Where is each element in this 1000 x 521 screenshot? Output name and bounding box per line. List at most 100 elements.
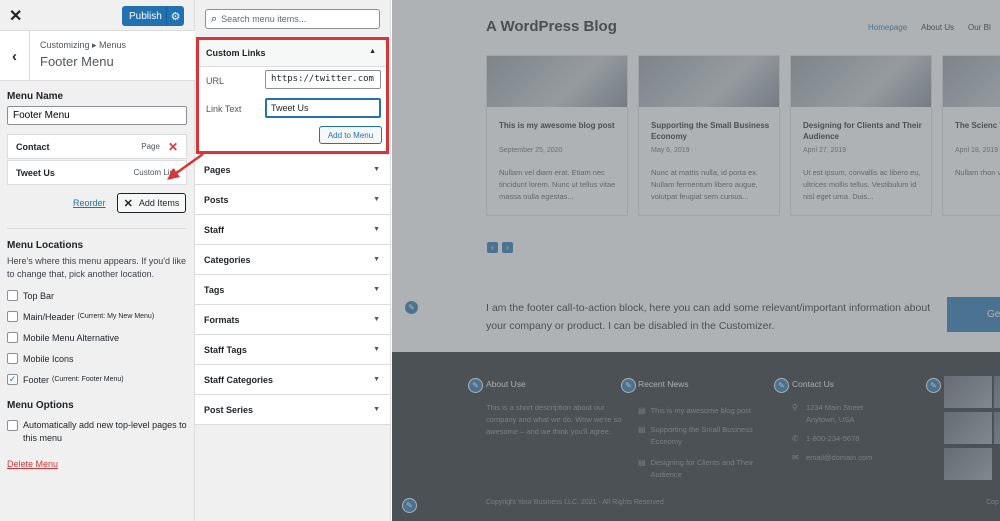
section-label: Posts [204,194,229,205]
pencil-icon[interactable]: ✎ [404,300,419,315]
section-staff-categories[interactable]: Staff Categories ▼ [195,365,390,395]
news-title[interactable]: Designing for Clients and Their Audience [651,457,778,481]
pencil-icon[interactable]: ✎ [621,378,636,393]
section-header: ‹ Customizing ▸ Menus Footer Menu [0,31,195,81]
news-title[interactable]: Supporting the Small Business Economy [651,424,778,448]
caret-down-icon: ▼ [373,376,380,383]
post-title[interactable]: The Scienc Work (Vide [955,120,1000,131]
pencil-icon[interactable]: ✎ [402,498,417,513]
post-card[interactable]: The Scienc Work (Vide April 18, 2019 Nul… [942,55,1000,216]
chevron-left-icon[interactable]: ‹ [12,48,17,65]
section-post-series[interactable]: Post Series ▼ [195,395,390,425]
menu-item-title: Tweet Us [16,167,55,178]
document-icon: ▤ [638,425,646,434]
post-card[interactable]: Supporting the Small Business Economy Ma… [638,55,780,216]
caret-down-icon: ▼ [373,196,380,203]
add-items-button[interactable]: ✕ Add Items [117,193,186,213]
location-note: (Current: My New Menu) [77,313,155,320]
location-footer[interactable]: ✓ Footer (Current: Footer Menu) [7,374,124,385]
gear-icon[interactable]: ⚙ [166,6,184,26]
prev-arrow-icon[interactable]: ‹ [487,242,498,253]
site-title[interactable]: A WordPress Blog [486,18,617,35]
post-title[interactable]: Designing for Clients and Their Audience [803,120,923,142]
location-main-header[interactable]: Main/Header (Current: My New Menu) [7,311,154,322]
contact-email[interactable]: ✉ email@domain.com [792,452,872,464]
search-box[interactable]: ⌕ Search menu items... [205,9,380,29]
section-staff-tags[interactable]: Staff Tags ▼ [195,335,390,365]
section-staff[interactable]: Staff ▼ [195,215,390,245]
section-label: Staff Tags [204,344,247,355]
post-title[interactable]: Supporting the Small Business Economy [651,120,771,142]
section-label: Staff [204,224,224,235]
nav-item[interactable]: Homepage [868,23,907,32]
section-formats[interactable]: Formats ▼ [195,305,390,335]
menu-item[interactable]: Contact Page ✕ [7,134,187,159]
location-top-bar[interactable]: Top Bar [7,290,54,301]
checkbox[interactable] [7,420,18,431]
checkbox[interactable] [7,311,18,322]
close-icon: ✕ [123,197,133,210]
gallery-thumbnail[interactable] [944,448,992,480]
auto-add-option[interactable]: Automatically add new top-level pages to… [7,419,192,445]
search-placeholder[interactable]: Search menu items... [221,14,306,24]
section-tags[interactable]: Tags ▼ [195,275,390,305]
pencil-icon[interactable]: ✎ [926,378,941,393]
post-date: September 25, 2020 [499,147,563,154]
phone-icon: ✆ [792,434,799,443]
checkbox-checked[interactable]: ✓ [7,374,18,385]
news-item[interactable]: ▤ Designing for Clients and Their Audienc… [638,457,778,481]
post-thumbnail [943,56,1000,107]
url-input[interactable]: https://twitter.com [265,70,381,89]
custom-links-section: Custom Links ▲ URL https://twitter.com L… [196,37,389,154]
delete-menu-link[interactable]: Delete Menu [7,459,58,469]
caret-down-icon: ▼ [373,316,380,323]
site-preview: A WordPress Blog Homepage About Us Our B… [392,0,1000,521]
reorder-link[interactable]: Reorder [73,198,106,208]
pencil-icon[interactable]: ✎ [774,378,789,393]
news-title[interactable]: This is my awesome blog post [651,405,751,417]
gallery-thumbnail[interactable] [994,376,1000,408]
nav-item[interactable]: Our Bl [968,23,991,32]
publish-label[interactable]: Publish [122,11,166,22]
post-card[interactable]: Designing for Clients and Their Audience… [790,55,932,216]
section-posts[interactable]: Posts ▼ [195,185,390,215]
checkbox[interactable] [7,290,18,301]
gallery-thumbnail[interactable] [944,376,992,408]
caret-down-icon: ▼ [373,286,380,293]
add-to-menu-button[interactable]: Add to Menu [319,126,382,144]
location-pin-icon: ⚲ [792,403,798,412]
pencil-icon[interactable]: ✎ [468,378,483,393]
location-mobile-menu-alt[interactable]: Mobile Menu Alternative [7,332,119,343]
caret-up-icon[interactable]: ▲ [369,48,376,55]
gallery-thumbnail[interactable] [944,412,992,444]
checkmark-icon: ✓ [8,374,17,384]
location-label: Footer [23,374,50,385]
link-text-input[interactable]: Tweet Us [265,98,381,118]
section-label: Formats [204,314,240,325]
next-arrow-icon[interactable]: › [502,242,513,253]
checkbox[interactable] [7,332,18,343]
remove-icon[interactable]: ✕ [168,140,178,154]
menu-name-input[interactable] [7,106,187,125]
locations-description: Here's where this menu appears. If you'd… [7,256,187,279]
cta-button[interactable]: Ge [947,297,1000,332]
post-title[interactable]: This is my awesome blog post [499,120,619,131]
nav-item[interactable]: About Us [921,23,954,32]
news-item[interactable]: ▤ Supporting the Small Business Economy [638,424,778,448]
link-text-label: Link Text [206,104,242,114]
publish-button[interactable]: Publish ⚙ [122,6,184,26]
location-mobile-icons[interactable]: Mobile Icons [7,353,74,364]
news-item[interactable]: ▤ This is my awesome blog post [638,405,778,417]
email-address[interactable]: email@domain.com [806,452,872,464]
checkbox[interactable] [7,353,18,364]
back-button[interactable]: ‹ [0,31,30,81]
section-categories[interactable]: Categories ▼ [195,245,390,275]
breadcrumb: Customizing ▸ Menus [40,40,127,50]
section-pages[interactable]: Pages ▼ [195,155,390,185]
post-card[interactable]: This is my awesome blog post September 2… [486,55,628,216]
gallery-thumbnail[interactable] [994,412,1000,444]
close-icon[interactable]: ✕ [9,6,22,26]
custom-links-header[interactable]: Custom Links ▲ [199,40,386,67]
section-label: Tags [204,284,225,295]
menu-item[interactable]: Tweet Us Custom Link [7,160,187,185]
